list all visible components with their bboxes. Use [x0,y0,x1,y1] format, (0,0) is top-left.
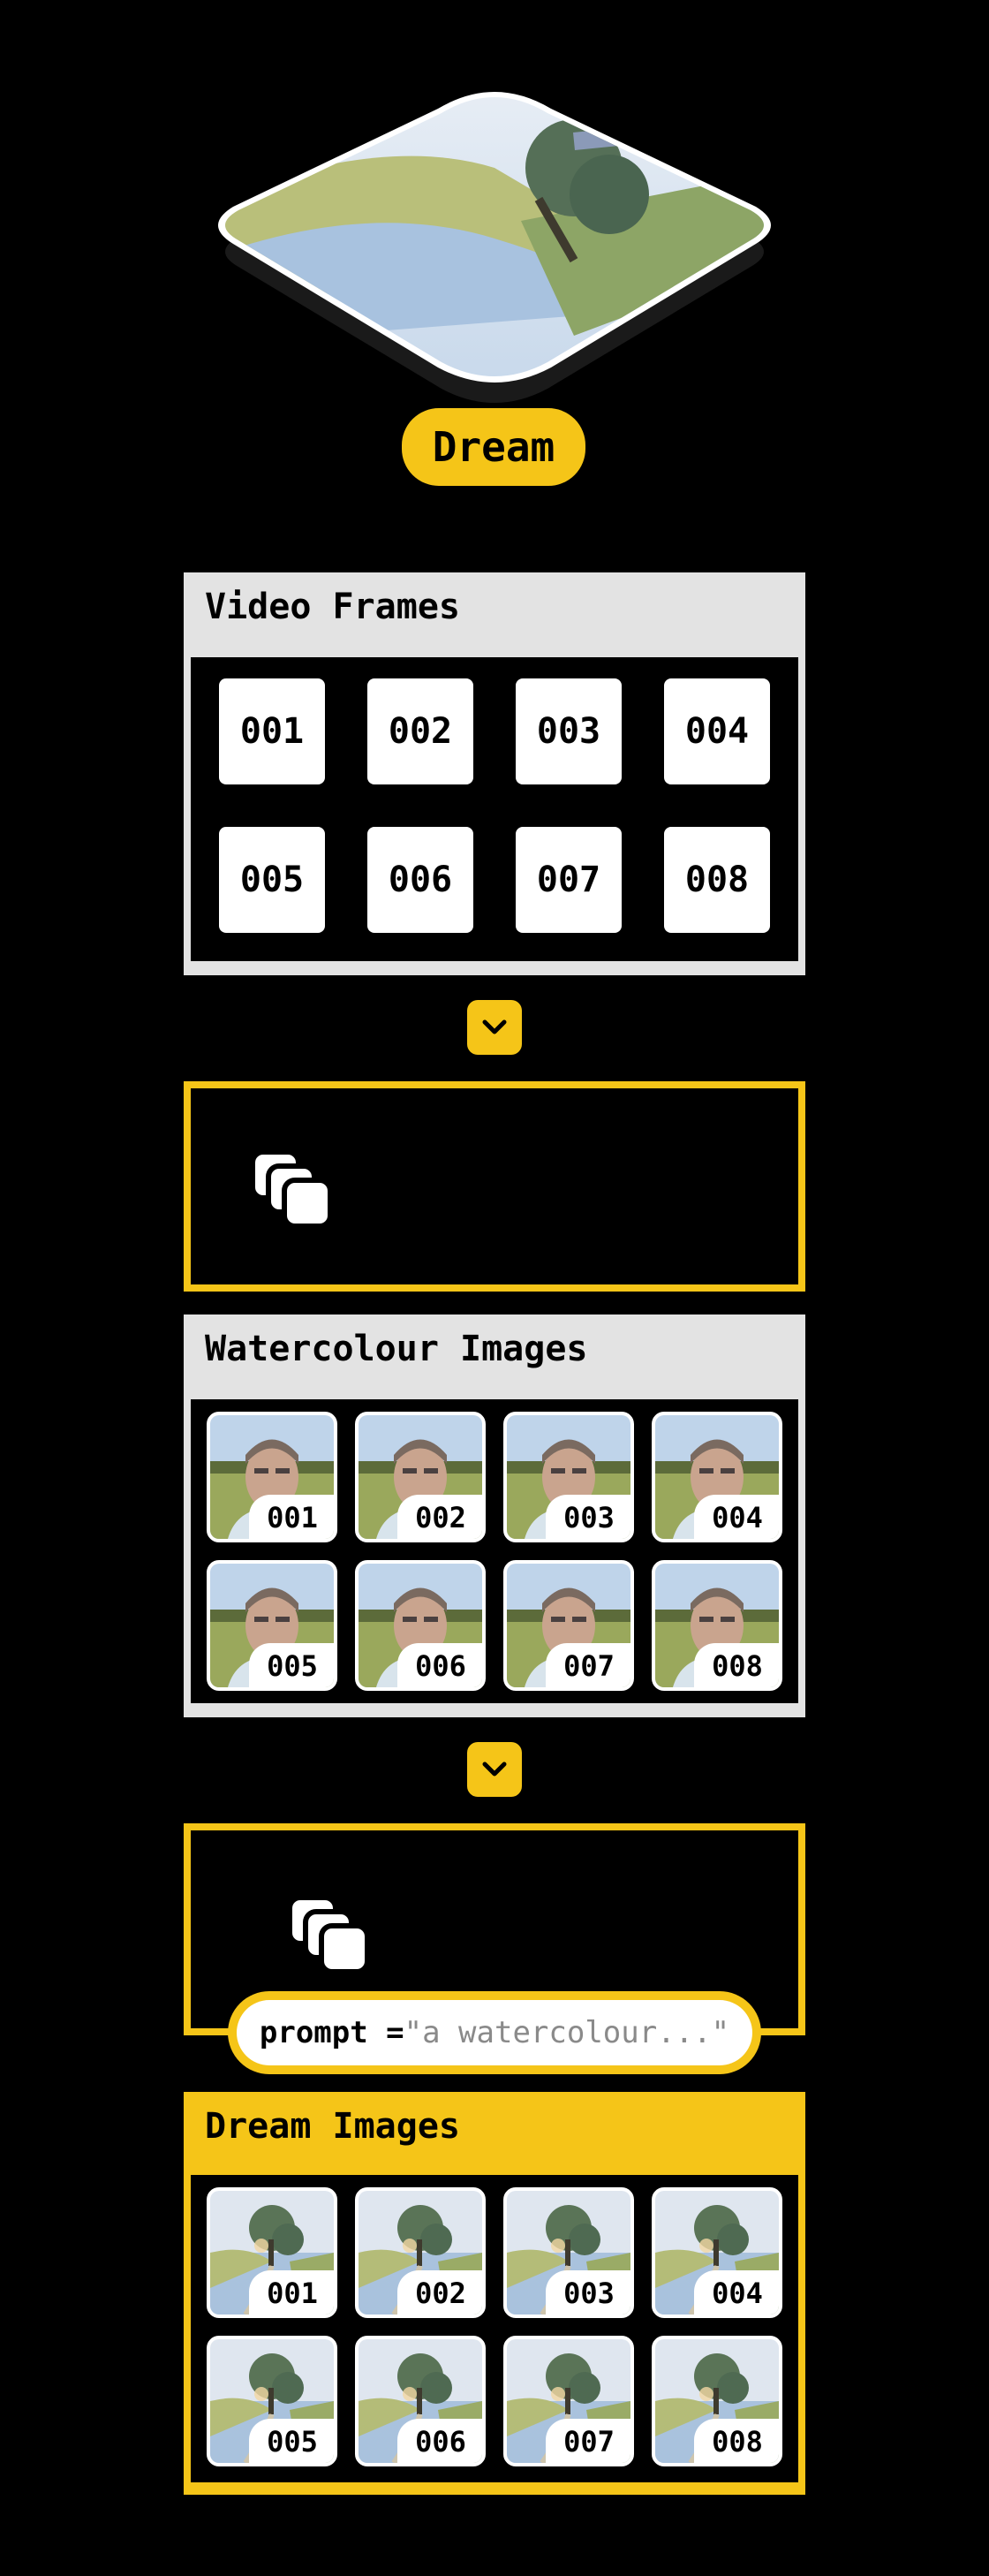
image-thumbnail: 005 [207,1560,337,1691]
watercolour-images-panel: Watercolour Images 001 002 003 004 005 006 007… [184,1315,805,1717]
thumbnail-label: 004 [694,2270,779,2315]
thumbnail-label: 001 [249,1495,334,1539]
thumbnail-label: 002 [397,1495,482,1539]
image-thumbnail: 003 [503,1412,634,1542]
thumbnail-label: 008 [694,2419,779,2463]
stacked-squares-icon [286,1894,374,1979]
frame-tile: 008 [664,827,770,933]
frame-tile: 007 [516,827,622,933]
dream-label: Dream [396,403,591,491]
frame-tile: 002 [367,678,473,784]
panel-title: Watercolour Images [205,1329,588,1369]
thumbnail-label: 001 [249,2270,334,2315]
hero-watercolour-image [203,80,786,424]
chevron-down-icon [467,1000,522,1055]
thumbnail-label: 005 [249,2419,334,2463]
image-thumbnail: 006 [355,2336,486,2466]
frame-tile: 005 [219,827,325,933]
hero-diamond [218,92,771,403]
image-thumbnail: 007 [503,2336,634,2466]
image-thumbnail: 001 [207,2187,337,2318]
thumbnail-label: 002 [397,2270,482,2315]
video-frames-panel: Video Frames 001 002 003 004 005 006 007… [184,572,805,975]
dream-images-panel: Dream Images 001 002 003 004 005 006 007 008 [184,2092,805,2495]
image-thumbnail: 005 [207,2336,337,2466]
thumbnail-label: 003 [546,2270,630,2315]
thumbnail-label: 007 [546,2419,630,2463]
thumbnail-label: 008 [694,1643,779,1687]
thumbnail-label: 004 [694,1495,779,1539]
image-thumbnail: 004 [652,1412,782,1542]
panel-title: Dream Images [205,2106,460,2147]
stacked-squares-icon [249,1148,337,1233]
image-thumbnail: 003 [503,2187,634,2318]
image-thumbnail: 001 [207,1412,337,1542]
frame-tile: 006 [367,827,473,933]
process-step-box [184,1081,805,1292]
image-thumbnail: 008 [652,1560,782,1691]
thumbnail-label: 006 [397,1643,482,1687]
thumbnail-label: 005 [249,1643,334,1687]
prompt-pill: prompt = "a watercolour..." [228,1991,761,2074]
prompt-value: "a watercolour..." [404,2015,730,2050]
image-thumbnail: 002 [355,1412,486,1542]
panel-title: Video Frames [205,587,460,627]
watercolour-grid: 001 002 003 004 005 006 007 008 [191,1399,798,1703]
image-thumbnail: 007 [503,1560,634,1691]
dream-grid: 001 002 003 004 005 006 007 008 [191,2175,798,2482]
image-thumbnail: 008 [652,2336,782,2466]
frame-tile: 004 [664,678,770,784]
thumbnail-label: 003 [546,1495,630,1539]
thumbnail-label: 007 [546,1643,630,1687]
image-thumbnail: 004 [652,2187,782,2318]
chevron-down-icon [467,1742,522,1797]
image-thumbnail: 006 [355,1560,486,1691]
image-thumbnail: 002 [355,2187,486,2318]
frame-tile: 001 [219,678,325,784]
frame-tile: 003 [516,678,622,784]
thumbnail-label: 006 [397,2419,482,2463]
frames-grid: 001 002 003 004 005 006 007 008 [191,657,798,961]
prompt-text: prompt = "a watercolour..." [237,2000,752,2065]
prompt-key: prompt = [259,2015,404,2050]
